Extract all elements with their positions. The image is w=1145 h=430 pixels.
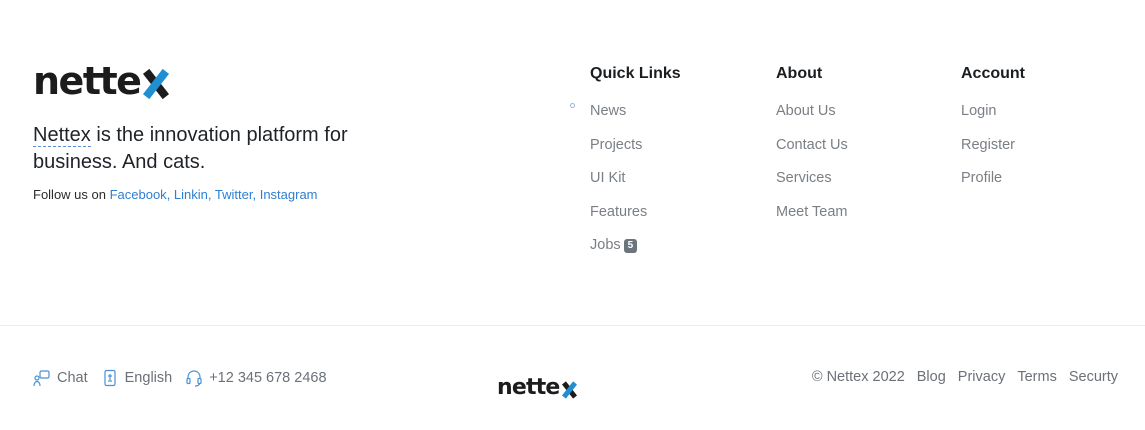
phone-number: +12 345 678 2468 xyxy=(209,370,327,386)
logo-text: nette xyxy=(497,375,560,400)
quick-link-jobs[interactable]: Jobs 5 xyxy=(590,235,681,255)
quick-link-projects[interactable]: Projects xyxy=(590,135,681,155)
linkin-link[interactable]: Linkin xyxy=(174,187,208,202)
separator: , xyxy=(252,187,260,202)
blog-link[interactable]: Blog xyxy=(917,369,946,385)
terms-link[interactable]: Terms xyxy=(1017,369,1056,385)
account-link-register[interactable]: Register xyxy=(961,135,1025,155)
logo-text: nette xyxy=(33,59,142,103)
account-link-profile[interactable]: Profile xyxy=(961,168,1025,188)
logo-x-mark-icon xyxy=(141,68,170,100)
chat-button[interactable]: Chat xyxy=(33,369,88,387)
footer-divider xyxy=(0,325,1145,326)
language-label: English xyxy=(124,370,173,386)
instagram-link[interactable]: Instagram xyxy=(260,187,318,202)
facebook-link[interactable]: Facebook xyxy=(110,187,167,202)
quick-link-features[interactable]: Features xyxy=(590,202,681,222)
separator: , xyxy=(207,187,215,202)
twitter-link[interactable]: Twitter xyxy=(215,187,253,202)
footer-contact-bar: Chat English +12 345 678 2468 xyxy=(33,369,340,387)
bullet-circle-icon xyxy=(570,103,575,108)
follow-us: Follow us on Facebook, Linkin, Twitter, … xyxy=(33,187,318,202)
tagline: Nettex is the innovation platform for bu… xyxy=(33,122,373,176)
follow-prefix: Follow us on xyxy=(33,187,110,202)
quick-link-label: Jobs xyxy=(590,237,621,254)
about-link-services[interactable]: Services xyxy=(776,168,848,188)
about-link-contact-us[interactable]: Contact Us xyxy=(776,135,848,155)
quick-link-ui-kit[interactable]: UI Kit xyxy=(590,168,681,188)
phone-link[interactable]: +12 345 678 2468 xyxy=(185,369,327,387)
chat-label: Chat xyxy=(57,370,88,386)
quick-links-column: Quick Links News Projects UI Kit Feature… xyxy=(570,64,681,269)
security-link[interactable]: Securty xyxy=(1069,369,1118,385)
about-link-about-us[interactable]: About Us xyxy=(776,101,848,121)
footer-legal-links: © Nettex 2022 Blog Privacy Terms Securty xyxy=(812,369,1118,385)
about-column: About About Us Contact Us Services Meet … xyxy=(776,64,848,235)
copyright: © Nettex 2022 xyxy=(811,369,905,385)
language-icon xyxy=(101,369,119,387)
separator: , xyxy=(166,187,174,202)
privacy-link[interactable]: Privacy xyxy=(958,369,1006,385)
chat-icon xyxy=(33,369,51,387)
account-column: Account Login Register Profile xyxy=(961,64,1025,202)
account-link-login[interactable]: Login xyxy=(961,101,1025,121)
language-selector[interactable]: English xyxy=(101,369,173,387)
about-link-meet-team[interactable]: Meet Team xyxy=(776,202,848,222)
headset-icon xyxy=(185,369,203,387)
about-title: About xyxy=(776,65,823,82)
brand-logo[interactable]: nette xyxy=(33,59,170,103)
quick-link-news[interactable]: News xyxy=(570,101,681,121)
quick-links-title: Quick Links xyxy=(590,65,681,82)
account-title: Account xyxy=(961,65,1025,82)
quick-link-label: News xyxy=(590,103,627,119)
logo-x-mark-icon xyxy=(561,381,577,399)
jobs-count-badge: 5 xyxy=(623,239,638,254)
tagline-brand: Nettex xyxy=(33,124,91,147)
footer-logo[interactable]: nette xyxy=(497,362,577,400)
